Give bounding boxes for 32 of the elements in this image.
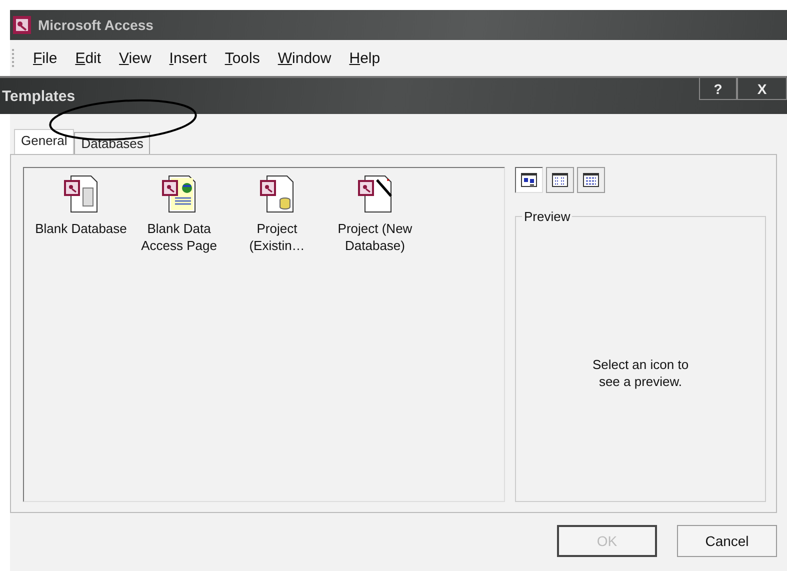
view-button[interactable]	[546, 167, 574, 193]
template-item[interactable]: Blank Data Access Page	[132, 174, 226, 254]
dialog-title: Templates	[1, 88, 76, 104]
template-label: Blank Database	[35, 220, 127, 237]
template-label: Blank Data Access Page	[140, 220, 218, 254]
large-icons-icon	[521, 173, 537, 187]
view-button[interactable]	[577, 167, 605, 193]
details-icon	[583, 173, 599, 187]
menu-item[interactable]: Help	[341, 48, 388, 68]
template-item[interactable]: Project (Existin…	[230, 174, 324, 254]
template-label: Project (Existin…	[248, 220, 306, 254]
tab[interactable]: General	[14, 129, 74, 154]
key-icon	[12, 15, 32, 35]
template-label: Project (New Database)	[336, 220, 414, 254]
menu-item[interactable]: File	[25, 48, 66, 68]
menu-item[interactable]: Tools	[216, 48, 268, 68]
window-title: Microsoft Access	[38, 17, 154, 33]
list-icon	[552, 173, 568, 187]
menu-item[interactable]: Window	[270, 48, 340, 68]
tab[interactable]: Databases	[74, 132, 150, 154]
cancel-button[interactable]: Cancel	[677, 525, 777, 557]
preview-message: Select an icon to see a preview.	[591, 356, 690, 390]
menu-item[interactable]: Insert	[161, 48, 215, 68]
menu-item[interactable]: Edit	[67, 48, 110, 68]
wand-document-icon	[355, 174, 395, 214]
template-item[interactable]: Blank Database	[34, 174, 128, 237]
help-button[interactable]: ?	[699, 78, 737, 100]
template-item[interactable]: Project (New Database)	[328, 174, 422, 254]
menu-item[interactable]: View	[111, 48, 160, 68]
close-button[interactable]: X	[737, 78, 787, 100]
view-button[interactable]	[515, 167, 543, 193]
preview-label: Preview	[523, 209, 572, 224]
